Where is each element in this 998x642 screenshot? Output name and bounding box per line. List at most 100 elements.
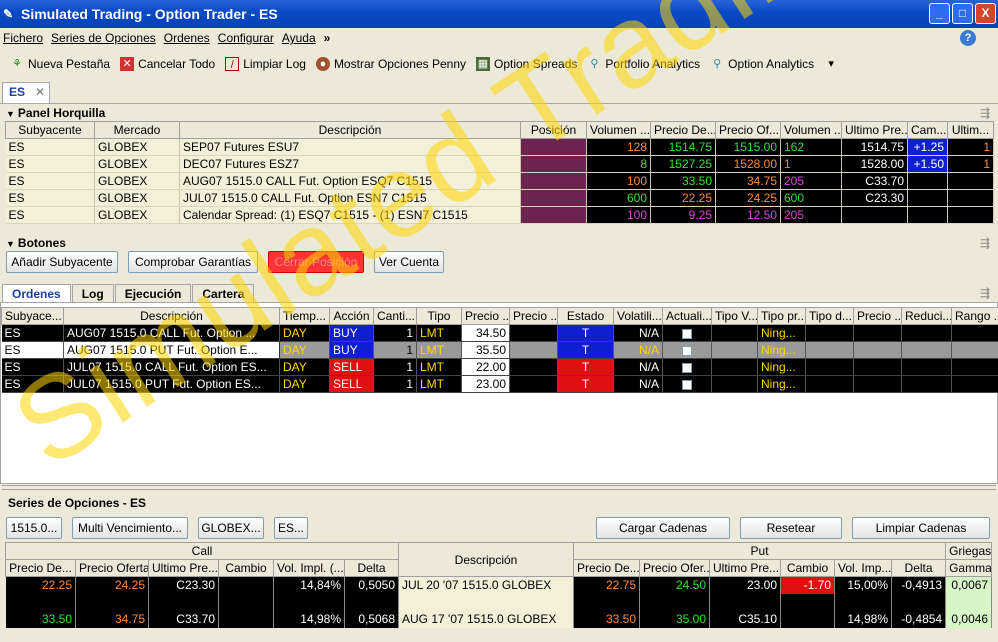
col-header[interactable]: Mercado (94, 121, 180, 139)
table-row[interactable]: ES JUL07 1515.0 CALL Fut. Option ES... DAY… (1, 358, 998, 376)
col-header[interactable]: Precio ... (509, 307, 558, 325)
menu-series[interactable]: Series de Opciones (51, 31, 156, 45)
close-button[interactable]: X (975, 3, 996, 24)
option-analytics-button[interactable]: ⚲ Option Analytics (710, 57, 814, 71)
reset-button[interactable]: Resetear (740, 517, 842, 539)
penny-options-button[interactable]: ● Mostrar Opciones Penny (315, 57, 466, 71)
col-header[interactable]: Precio Of... (715, 121, 781, 139)
minimize-button[interactable]: _ (929, 3, 950, 24)
table-row[interactable]: ES GLOBEX Calendar Spread: (1) ESQ7 C1515 … (5, 206, 994, 224)
cancel-all-button[interactable]: ✕ Cancelar Todo (120, 57, 215, 71)
maximize-button[interactable]: □ (952, 3, 973, 24)
col-header[interactable]: Estado (557, 307, 614, 325)
col-header[interactable]: Volumen ... (780, 121, 842, 139)
table-row[interactable]: 22.25 24.25 C23.30 14,84% 0,5050 JUL 20 '07 … (5, 576, 993, 594)
exchange-filter-button[interactable]: GLOBEX... (198, 517, 264, 539)
col-header[interactable]: Tipo V... (711, 307, 758, 325)
new-tab-button[interactable]: ⚘ Nueva Pestaña (10, 57, 110, 71)
underlying-filter-button[interactable]: ES... (274, 517, 308, 539)
table-row[interactable]: ES AUG07 1515.0 PUT Fut. Option E... DAY BU… (1, 341, 998, 359)
help-icon[interactable]: ? (960, 30, 976, 46)
col-header[interactable]: Gamma (945, 559, 993, 577)
col-header[interactable]: Tiemp... (279, 307, 330, 325)
col-header[interactable]: Precio De... (573, 559, 641, 577)
tab-ordenes[interactable]: Ordenes (2, 284, 71, 302)
col-header[interactable]: Volumen ... (586, 121, 651, 139)
menu-more[interactable]: » (324, 31, 331, 45)
cell[interactable]: 22.25 (5, 576, 76, 594)
cell[interactable]: 23.00 (461, 375, 510, 393)
col-header[interactable]: Cam... (907, 121, 948, 139)
col-header[interactable]: Precio De... (650, 121, 716, 139)
close-position-button[interactable]: Cerrar Posición (268, 251, 364, 273)
table-row[interactable]: 33.50 34.75 C33.70 14,98% 0,5068 AUG 17 '07 … (5, 610, 993, 628)
cell[interactable]: 35.00 (639, 610, 711, 628)
cell[interactable]: 22.00 (461, 358, 510, 376)
view-account-button[interactable]: Ver Cuenta (374, 251, 444, 273)
menu-fichero[interactable]: Fichero (3, 31, 43, 45)
col-header[interactable]: Ultimo Pre... (709, 559, 782, 577)
col-header[interactable]: Precio ... (853, 307, 902, 325)
table-row[interactable]: ES JUL07 1515.0 PUT Fut. Option ES... DAY S… (1, 375, 998, 393)
menu-configurar[interactable]: Configurar (218, 31, 274, 45)
detach-icon[interactable]: ⇶ (980, 236, 990, 250)
col-header[interactable]: Vol. Impl. (... (273, 559, 345, 577)
col-header[interactable]: Acción (329, 307, 374, 325)
check-margin-button[interactable]: Comprobar Garantías (128, 251, 258, 273)
panel-horquilla-header[interactable]: ▼ Panel Horquilla ⇶ (0, 106, 998, 120)
tab-log[interactable]: Log (71, 284, 114, 302)
cell[interactable]: 24.25 (75, 576, 149, 594)
col-header[interactable]: Descripción (63, 307, 280, 325)
update-checkbox[interactable] (682, 362, 692, 373)
table-row[interactable]: ES GLOBEX SEP07 Futures ESU7 128 1514.75 1515… (5, 138, 994, 156)
update-checkbox[interactable] (682, 345, 692, 356)
load-chains-button[interactable]: Cargar Cadenas (596, 517, 730, 539)
portfolio-analytics-button[interactable]: ⚲ Portfolio Analytics (587, 57, 700, 71)
detach-icon[interactable]: ⇶ (980, 286, 990, 300)
close-tab-icon[interactable]: ✕ (35, 83, 45, 102)
menu-ordenes[interactable]: Ordenes (164, 31, 210, 45)
cell[interactable]: 33.50 (573, 610, 641, 628)
col-header[interactable]: Precio Oferta (75, 559, 149, 577)
cell[interactable]: 34.75 (75, 610, 149, 628)
col-header[interactable]: Tipo (416, 307, 462, 325)
col-header[interactable]: Reduci... (901, 307, 952, 325)
menu-ayuda[interactable]: Ayuda (282, 31, 316, 45)
expiry-filter-button[interactable]: Multi Vencimiento... (72, 517, 188, 539)
detach-icon[interactable]: ⇶ (980, 106, 990, 120)
cell[interactable]: 33.50 (5, 610, 76, 628)
table-row[interactable]: ES GLOBEX AUG07 1515.0 CALL Fut. Option ES… (5, 172, 994, 190)
add-underlying-button[interactable]: Añadir Subyacente (6, 251, 118, 273)
col-header[interactable]: Tipo d... (805, 307, 854, 325)
table-row[interactable]: ES GLOBEX JUL07 1515.0 CALL Fut. Option ES… (5, 189, 994, 207)
col-header[interactable]: Subyace... (1, 307, 64, 325)
col-header[interactable]: Tipo pr... (757, 307, 806, 325)
col-header[interactable]: Cambio (218, 559, 274, 577)
strike-filter-button[interactable]: 1515.0... (6, 517, 62, 539)
col-header[interactable]: Volatili... (613, 307, 663, 325)
toolbar-overflow[interactable]: ▾ (824, 57, 838, 71)
option-spreads-button[interactable]: ▦ Option Spreads (476, 57, 577, 71)
col-header[interactable]: Precio Ofer... (639, 559, 711, 577)
col-header[interactable]: Delta (891, 559, 947, 577)
botones-header[interactable]: ▼ Botones ⇶ (0, 236, 998, 250)
tab-ejecucion[interactable]: Ejecución (114, 284, 192, 302)
col-header[interactable]: Actuali... (662, 307, 712, 325)
col-header[interactable]: Canti... (373, 307, 417, 325)
table-row[interactable]: ES GLOBEX DEC07 Futures ESZ7 8 1527.25 1528.0… (5, 155, 994, 173)
col-header[interactable]: Ultim... (947, 121, 994, 139)
col-header[interactable]: Vol. Imp... (834, 559, 893, 577)
col-header[interactable]: Posición (520, 121, 587, 139)
cell[interactable]: 22.75 (573, 576, 641, 594)
description-header[interactable]: Descripción (398, 542, 575, 577)
cell[interactable]: 24.50 (639, 576, 711, 594)
cell[interactable]: 35.50 (461, 341, 510, 359)
col-header[interactable]: Ultimo Pre... (841, 121, 908, 139)
table-row[interactable]: ES AUG07 1515.0 CALL Fut. Option ... DAY BU… (1, 324, 998, 342)
clear-log-button[interactable]: / Limpiar Log (225, 57, 306, 71)
col-header[interactable]: Subyacente (5, 121, 95, 139)
clear-chains-button[interactable]: Limpiar Cadenas (852, 517, 990, 539)
update-checkbox[interactable] (682, 379, 692, 390)
col-header[interactable]: Delta (343, 559, 400, 577)
cell[interactable]: 34.50 (461, 324, 510, 342)
